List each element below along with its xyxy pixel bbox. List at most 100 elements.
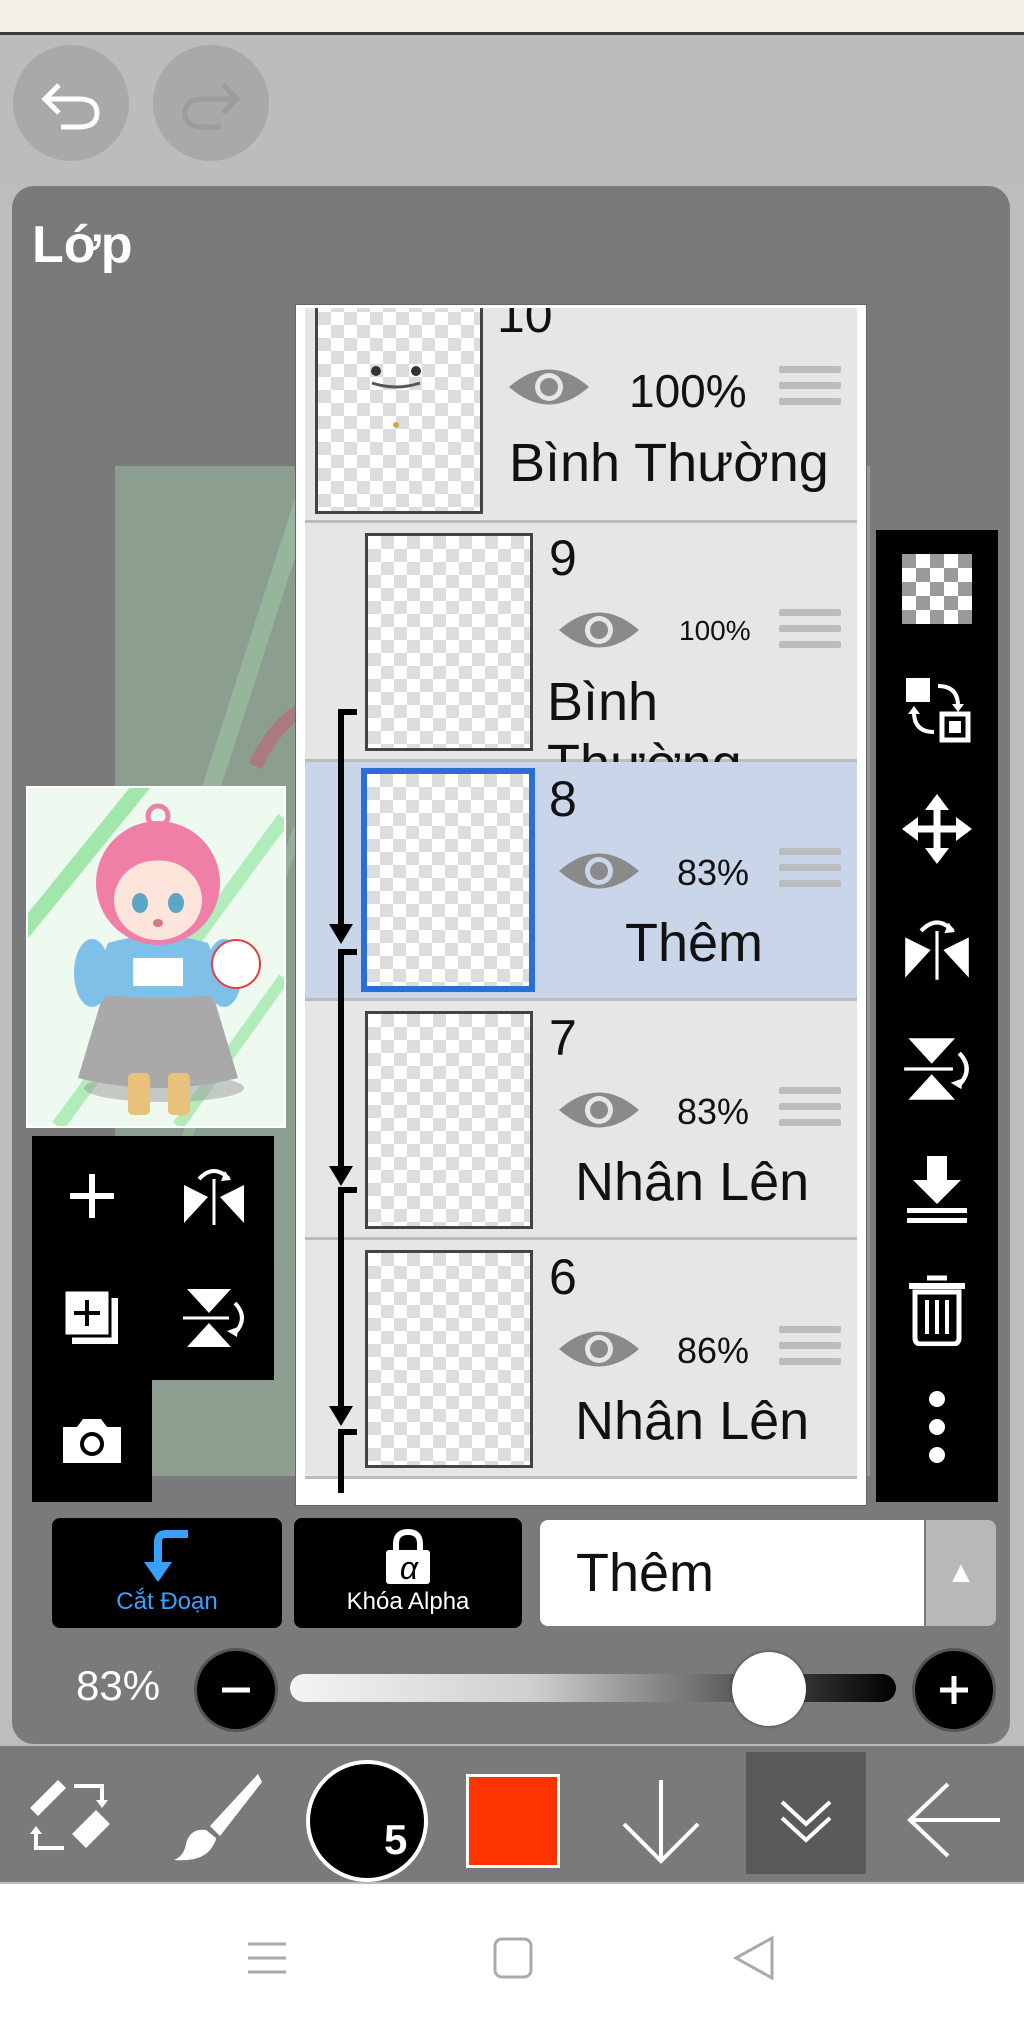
flip-horizontal-button[interactable] (154, 1136, 274, 1256)
flip-horizontal-layer-button[interactable] (876, 890, 998, 1008)
blend-mode-value: Thêm (576, 1543, 715, 1603)
copy-layer-button[interactable] (32, 1258, 152, 1378)
merge-down-button[interactable] (876, 1130, 998, 1248)
layer-thumbnail[interactable] (315, 308, 483, 514)
layer-opacity: 100% (679, 615, 751, 646)
undo-icon (41, 83, 100, 130)
layer-opacity: 83% (677, 852, 750, 893)
layer-blend-mode: Nhân Lên (575, 1391, 810, 1451)
eye-icon[interactable] (507, 362, 591, 412)
layer-row[interactable]: 9 100% Bình Thường (305, 523, 857, 794)
redo-icon (182, 83, 241, 130)
opacity-increase-button[interactable] (912, 1648, 996, 1732)
back-arrow-icon (907, 1782, 1000, 1858)
alpha-lock-label: Khóa Alpha (346, 1588, 470, 1615)
redo-button[interactable] (153, 45, 269, 161)
blend-mode-select[interactable]: Thêm (540, 1520, 924, 1626)
camera-tool-box (32, 1380, 152, 1502)
move-icon (902, 794, 972, 864)
eye-icon[interactable] (557, 1324, 641, 1374)
collapse-panel-button[interactable] (746, 1752, 866, 1874)
layer-row[interactable]: 7 83% Nhân Lên (305, 1001, 857, 1240)
brush-eraser-swap-button[interactable] (22, 1772, 116, 1862)
system-navigation-bar (0, 1884, 1024, 2024)
clipping-arrow-icon (144, 1530, 188, 1582)
layer-down-button[interactable] (614, 1776, 708, 1866)
layer-blend-mode: Bình Thường (509, 433, 829, 493)
back-nav-icon[interactable] (732, 1934, 776, 1982)
clipping-label: Cắt Đoạn (116, 1588, 218, 1615)
home-nav-icon[interactable] (492, 1936, 534, 1980)
brush-swap-icon (30, 1780, 110, 1850)
layer-row[interactable]: 10 100% Bình Thường (305, 305, 857, 523)
layer-opacity: 86% (677, 1330, 750, 1371)
top-strip (0, 0, 1024, 35)
flip-vertical-icon (904, 1038, 969, 1100)
right-tool-strip (876, 530, 998, 1502)
swap-layer-button[interactable] (876, 650, 998, 768)
transparency-icon (902, 554, 972, 624)
opacity-slider-thumb[interactable] (731, 1652, 806, 1726)
transparency-button[interactable] (876, 530, 998, 648)
undo-redo-bar (0, 35, 1024, 185)
opacity-value: 83% (76, 1662, 161, 1709)
flip-vertical-layer-button[interactable] (876, 1010, 998, 1128)
menu-nav-icon[interactable] (246, 1940, 288, 1976)
chevron-up-icon: ▲ (946, 1556, 976, 1589)
left-tool-group (32, 1136, 274, 1380)
layer-number: 8 (549, 771, 577, 827)
layer-number: 6 (549, 1249, 577, 1305)
brush-size-button[interactable] (306, 1760, 428, 1882)
back-button[interactable] (904, 1780, 1004, 1860)
character-artwork (28, 788, 284, 1126)
layer-thumbnail[interactable] (365, 1250, 533, 1468)
add-layer-button[interactable] (32, 1136, 152, 1256)
layer-thumbnail[interactable] (361, 768, 535, 992)
drag-handle-icon[interactable] (779, 1326, 841, 1374)
color-swatch-button[interactable] (466, 1774, 560, 1868)
plus-icon (940, 1676, 968, 1704)
alpha-lock-button[interactable]: α Khóa Alpha (294, 1518, 522, 1628)
more-options-button[interactable] (876, 1368, 998, 1486)
flip-vertical-icon (183, 1289, 244, 1347)
brush-button[interactable] (170, 1768, 266, 1864)
layer-thumbnail[interactable] (365, 533, 533, 751)
camera-icon (63, 1419, 121, 1463)
minus-icon (222, 1687, 250, 1693)
layer-opacity: 83% (677, 1091, 750, 1132)
drag-handle-icon[interactable] (779, 366, 841, 414)
layer-row-selected[interactable]: 8 83% Thêm (305, 762, 857, 1001)
canvas-thumbnail[interactable] (26, 786, 286, 1128)
layer-list[interactable]: 10 100% Bình Thường 9 100% Bình Thường 8… (296, 305, 866, 1505)
arrow-down-icon (622, 1780, 700, 1864)
clipping-button[interactable]: Cắt Đoạn (52, 1518, 282, 1628)
panel-title: Lớp (32, 216, 133, 274)
opacity-decrease-button[interactable] (194, 1648, 278, 1732)
move-button[interactable] (876, 770, 998, 888)
blend-mode-dropdown-button[interactable]: ▲ (926, 1520, 996, 1626)
brush-size-value: 5 (384, 1816, 408, 1863)
flip-vertical-button[interactable] (154, 1258, 274, 1378)
collapse-icon (780, 1800, 832, 1843)
drag-handle-icon[interactable] (779, 848, 841, 896)
eye-icon[interactable] (557, 846, 641, 896)
delete-layer-button[interactable] (876, 1250, 998, 1368)
merge-down-icon (907, 1156, 967, 1223)
eye-icon[interactable] (557, 1085, 641, 1135)
trash-icon (909, 1275, 965, 1346)
flip-horizontal-icon (184, 1169, 244, 1225)
undo-button[interactable] (13, 45, 129, 161)
clipping-indicators (329, 709, 357, 1493)
eye-icon[interactable] (557, 605, 641, 655)
layer-number: 10 (497, 305, 553, 343)
drag-handle-icon[interactable] (779, 609, 841, 657)
drag-handle-icon[interactable] (779, 1087, 841, 1135)
layer-thumbnail[interactable] (365, 1011, 533, 1229)
add-layer-icon (70, 1174, 114, 1218)
camera-button[interactable] (32, 1380, 152, 1500)
alpha-symbol: α (399, 1550, 419, 1586)
brush-icon (174, 1774, 262, 1861)
layer-row[interactable]: 6 86% Nhân Lên (305, 1240, 857, 1479)
more-vertical-icon (929, 1391, 945, 1463)
layer-opacity: 100% (629, 365, 747, 417)
